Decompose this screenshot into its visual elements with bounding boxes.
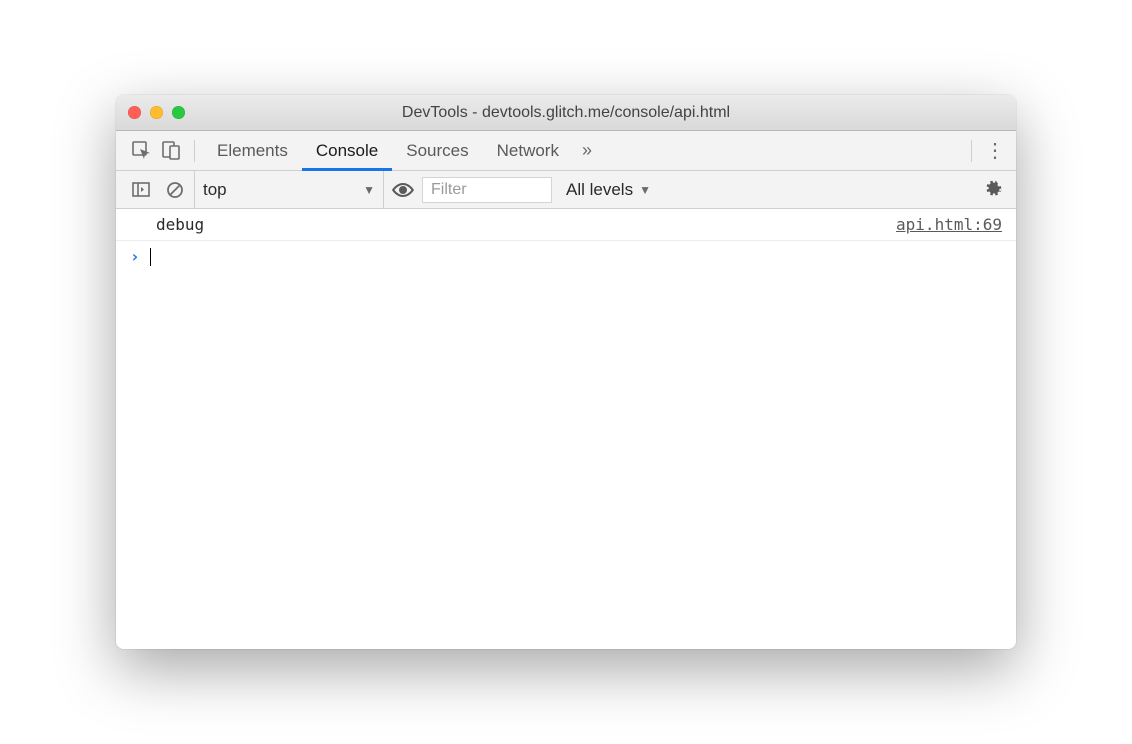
tab-elements[interactable]: Elements xyxy=(203,131,302,171)
chevron-down-icon: ▼ xyxy=(363,183,375,197)
log-source-link[interactable]: api.html:69 xyxy=(896,215,1002,234)
devtools-menu-button[interactable]: ⋮ xyxy=(980,138,1010,163)
console-log-row: debug api.html:69 xyxy=(116,209,1016,241)
device-toolbar-icon[interactable] xyxy=(156,136,186,166)
tab-network[interactable]: Network xyxy=(483,131,573,171)
traffic-lights xyxy=(128,106,185,119)
zoom-window-button[interactable] xyxy=(172,106,185,119)
context-label: top xyxy=(203,180,227,200)
tab-console[interactable]: Console xyxy=(302,131,392,171)
log-levels-dropdown[interactable]: All levels ▼ xyxy=(556,180,661,200)
toggle-console-sidebar-icon[interactable] xyxy=(126,175,156,205)
devtools-window: DevTools - devtools.glitch.me/console/ap… xyxy=(116,95,1016,649)
devtools-main-toolbar: Elements Console Sources Network » ⋮ xyxy=(116,131,1016,171)
clear-console-icon[interactable] xyxy=(160,175,190,205)
chevron-down-icon: ▼ xyxy=(639,183,651,197)
log-levels-label: All levels xyxy=(566,180,633,200)
execution-context-select[interactable]: top ▼ xyxy=(194,171,384,208)
console-filter-input[interactable] xyxy=(422,177,552,203)
close-window-button[interactable] xyxy=(128,106,141,119)
macos-titlebar: DevTools - devtools.glitch.me/console/ap… xyxy=(116,95,1016,131)
console-prompt[interactable]: › xyxy=(116,241,1016,272)
console-toolbar: top ▼ All levels ▼ xyxy=(116,171,1016,209)
console-settings-icon[interactable] xyxy=(978,175,1008,205)
inspect-element-icon[interactable] xyxy=(126,136,156,166)
toolbar-separator xyxy=(971,140,972,162)
prompt-caret-icon: › xyxy=(130,247,140,266)
minimize-window-button[interactable] xyxy=(150,106,163,119)
live-expression-icon[interactable] xyxy=(388,175,418,205)
more-tabs-button[interactable]: » xyxy=(573,140,601,161)
window-title: DevTools - devtools.glitch.me/console/ap… xyxy=(116,104,1016,122)
console-output: debug api.html:69 › xyxy=(116,209,1016,649)
tab-sources[interactable]: Sources xyxy=(392,131,482,171)
log-message: debug xyxy=(156,215,204,234)
text-cursor xyxy=(150,248,151,266)
toolbar-separator xyxy=(194,140,195,162)
